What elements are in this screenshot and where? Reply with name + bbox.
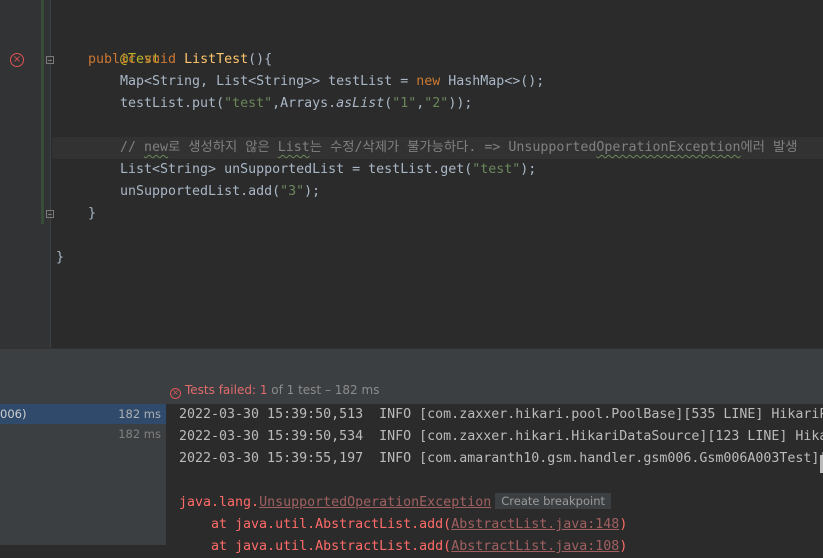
brace: } bbox=[88, 206, 97, 221]
status-label: Tests failed: bbox=[185, 383, 260, 397]
panel-splitter[interactable] bbox=[0, 348, 823, 377]
test-tree-label: 006) bbox=[0, 407, 27, 421]
stacktrace-text: at java.util.AbstractList.add( bbox=[179, 539, 452, 554]
test-status-bar bbox=[0, 376, 823, 404]
status-total: of 1 test bbox=[267, 383, 322, 397]
code-line-annotation[interactable]: @Test bbox=[88, 27, 160, 67]
fold-icon[interactable] bbox=[46, 56, 54, 64]
log-line: 2022-03-30 15:39:50,534 INFO [com.zaxxer… bbox=[179, 429, 823, 444]
code-line-4[interactable]: testList.put("test",Arrays.asList("1","2… bbox=[120, 93, 472, 115]
stacktrace-text: ) bbox=[619, 539, 628, 554]
test-duration: 182 ms bbox=[118, 427, 161, 441]
code-line-method-signature[interactable]: public void ListTest(){ bbox=[88, 49, 272, 71]
brace: } bbox=[56, 250, 65, 265]
fold-icon[interactable] bbox=[46, 210, 54, 218]
typo-word: List bbox=[277, 140, 310, 155]
stacktrace-text: ) bbox=[619, 517, 628, 532]
log-line: 2022-03-30 15:39:55,197 INFO [com.amaran… bbox=[179, 451, 823, 466]
error-icon[interactable]: × bbox=[10, 53, 24, 67]
code-line-close-class[interactable]: } bbox=[56, 247, 64, 269]
code-line-comment[interactable]: // new로 생성하지 않은 List는 수정/삭제가 불가능하다. => U… bbox=[120, 137, 797, 159]
string-literal: "1" bbox=[392, 96, 417, 111]
static-method: asList bbox=[336, 96, 385, 111]
keyword: new bbox=[416, 74, 441, 89]
code-editor[interactable]: × @Test public void ListTest(){ Map<Stri… bbox=[0, 0, 823, 348]
code-line-close-method[interactable]: } bbox=[88, 203, 96, 225]
code-text: ,Arrays. bbox=[272, 96, 337, 111]
code-line-3[interactable]: Map<String, List<String>> testList = new… bbox=[120, 71, 544, 93]
test-failed-icon: × bbox=[170, 388, 181, 399]
method-name: ListTest bbox=[184, 52, 249, 67]
comment-text: // bbox=[120, 140, 145, 155]
stacktrace-text: at java.util.AbstractList.add( bbox=[179, 517, 452, 532]
vcs-change-marker[interactable] bbox=[41, 0, 44, 224]
stacktrace-line: at java.util.AbstractList.add(AbstractLi… bbox=[179, 536, 627, 558]
code-text: (){ bbox=[248, 52, 273, 67]
keyword: public void bbox=[88, 52, 185, 67]
code-text: testList.put( bbox=[120, 96, 225, 111]
test-tree-row[interactable]: 006) 182 ms bbox=[0, 404, 166, 424]
code-line-7[interactable]: unSupportedList.add("3"); bbox=[120, 181, 320, 203]
test-tree-row[interactable]: 182 ms bbox=[0, 424, 166, 444]
stacktrace-line: at java.util.AbstractList.add(AbstractLi… bbox=[179, 514, 627, 536]
exception-line: java.lang.UnsupportedOperationException C… bbox=[179, 492, 611, 514]
code-text: unSupportedList.add( bbox=[120, 184, 281, 199]
console-output[interactable]: 2022-03-30 15:39:50,513 INFO [com.zaxxer… bbox=[166, 404, 823, 554]
comment-text: 로 생성하지 않은 bbox=[168, 140, 278, 155]
typo-word: new bbox=[144, 140, 169, 155]
string-literal: "test" bbox=[472, 162, 521, 177]
code-text: HashMap<>(); bbox=[440, 74, 545, 89]
code-text: Map<String, List<String>> testList = bbox=[120, 74, 417, 89]
string-literal: "3" bbox=[280, 184, 305, 199]
status-duration: – 182 ms bbox=[321, 383, 380, 397]
source-link[interactable]: AbstractList.java:148 bbox=[451, 517, 619, 532]
typo-word: OperationException bbox=[596, 140, 741, 155]
exception-class-link[interactable]: UnsupportedOperationException bbox=[259, 495, 491, 510]
log-line: 2022-03-30 15:39:50,513 INFO [com.zaxxer… bbox=[179, 407, 823, 422]
code-text: ); bbox=[520, 162, 537, 177]
code-text: ); bbox=[304, 184, 321, 199]
code-text: )); bbox=[448, 96, 473, 111]
string-literal: "test" bbox=[224, 96, 273, 111]
comment-text: 에러 발생 bbox=[740, 140, 798, 155]
test-status: × Tests failed: 1 of 1 test – 182 ms bbox=[170, 382, 380, 399]
comment-text: 는 수정/삭제가 불가능하다. => Unsupported bbox=[309, 140, 597, 155]
code-text: List<String> unSupportedList = testList.… bbox=[120, 162, 473, 177]
string-literal: "2" bbox=[424, 96, 449, 111]
create-breakpoint-button[interactable]: Create breakpoint bbox=[495, 493, 611, 509]
source-link[interactable]: AbstractList.java:108 bbox=[451, 539, 619, 554]
test-duration: 182 ms bbox=[118, 407, 161, 421]
exception-package: java.lang. bbox=[179, 495, 260, 510]
test-tree[interactable]: 006) 182 ms 182 ms bbox=[0, 404, 166, 545]
code-line-6[interactable]: List<String> unSupportedList = testList.… bbox=[120, 159, 536, 181]
